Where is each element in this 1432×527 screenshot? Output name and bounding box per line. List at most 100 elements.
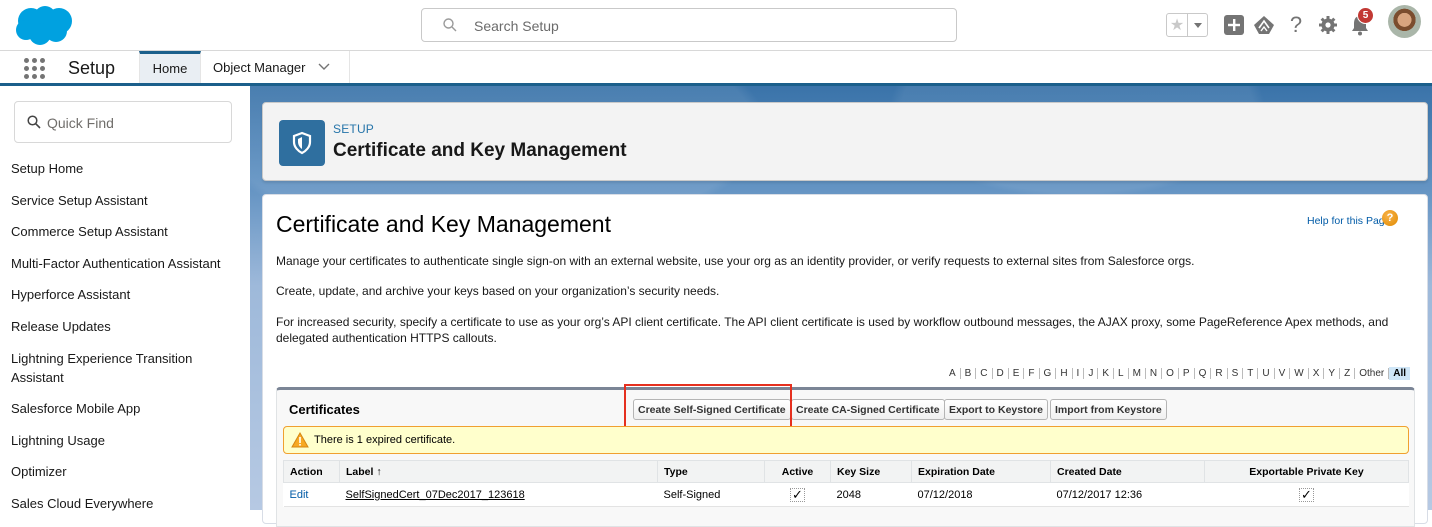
tab-home[interactable]: Home [139,51,201,83]
import-from-keystore-button[interactable]: Import from Keystore [1050,399,1167,420]
column-header-label[interactable]: Label ↑ [339,460,658,483]
alpha-filter-i[interactable]: I [1073,368,1085,379]
alpha-filter-other[interactable]: Other [1355,368,1390,379]
column-header-type[interactable]: Type [657,460,765,483]
table-header-row: Action Label ↑ Type Active Key Size Expi… [283,460,1409,483]
create-ca-signed-certificate-button[interactable]: Create CA-Signed Certificate [791,399,945,420]
alpha-filter-b[interactable]: B [961,368,977,379]
warning-text: There is 1 expired certificate. [314,434,456,446]
description-paragraph: Create, update, and archive your keys ba… [276,284,720,298]
warning-icon [291,432,309,448]
sidebar-item-optimizer[interactable]: Optimizer [11,462,246,481]
table-row: Edit SelfSignedCert_07Dec2017_123618 Sel… [283,482,1409,507]
certificate-label-link[interactable]: SelfSignedCert_07Dec2017_123618 [346,489,525,501]
add-icon[interactable] [1222,13,1246,37]
search-setup-input[interactable] [474,15,934,37]
sidebar-item-release-updates[interactable]: Release Updates [11,317,246,336]
context-bar: Setup Home Object Manager [0,51,1432,86]
alpha-filter-j[interactable]: J [1084,368,1099,379]
trailhead-icon[interactable] [1252,13,1276,37]
expired-warning-banner: There is 1 expired certificate. [283,426,1409,454]
sidebar-item-salesforce-mobile-app[interactable]: Salesforce Mobile App [11,399,246,418]
app-launcher-icon[interactable] [24,58,46,80]
alpha-filter-c[interactable]: C [976,368,993,379]
global-header: ★ ? 5 [0,0,1432,51]
sidebar-item-commerce-setup-assistant[interactable]: Commerce Setup Assistant [11,222,246,241]
alpha-filter-r[interactable]: R [1211,368,1228,379]
alpha-filter-x[interactable]: X [1309,368,1325,379]
help-icon[interactable]: ? [1284,12,1308,37]
sidebar-item-lightning-transition-assistant[interactable]: Lightning Experience Transition Assistan… [11,349,211,387]
sidebar-item-lightning-usage[interactable]: Lightning Usage [11,431,246,450]
alpha-filter-o[interactable]: O [1162,368,1179,379]
alpha-filter-s[interactable]: S [1228,368,1244,379]
tab-object-manager-label: Object Manager [213,59,306,75]
alpha-filter-a[interactable]: A [945,368,961,379]
alpha-filter-t[interactable]: T [1243,368,1259,379]
export-to-keystore-button[interactable]: Export to Keystore [944,399,1048,420]
search-icon [443,18,457,32]
page-eyebrow: SETUP [333,122,375,136]
certificate-created-date: 07/12/2017 12:36 [1050,482,1205,507]
help-circle-icon[interactable]: ? [1382,210,1398,226]
column-header-expiration-date[interactable]: Expiration Date [911,460,1051,483]
column-header-exportable-private-key[interactable]: Exportable Private Key [1204,460,1409,483]
alpha-filter-m[interactable]: M [1129,368,1146,379]
gear-icon[interactable] [1316,13,1340,37]
sidebar-item-setup-home[interactable]: Setup Home [11,159,246,178]
help-for-this-page-link[interactable]: Help for this Page [1307,215,1390,227]
favorites-control[interactable]: ★ [1166,13,1208,37]
global-search[interactable] [421,8,957,42]
alpha-filter-d[interactable]: D [993,368,1009,379]
certificates-table: Action Label ↑ Type Active Key Size Expi… [283,460,1409,507]
salesforce-logo[interactable] [14,4,76,46]
sidebar-item-mfa-assistant[interactable]: Multi-Factor Authentication Assistant [11,254,246,273]
description-paragraph: Manage your certificates to authenticate… [276,254,1195,268]
alpha-filter-p[interactable]: P [1179,368,1195,379]
alpha-filter-y[interactable]: Y [1324,368,1341,379]
search-icon [27,115,41,129]
certificate-expiration-date: 07/12/2018 [911,482,1051,507]
certificate-key-size: 2048 [830,482,912,507]
alpha-filter-n[interactable]: N [1146,368,1163,379]
alpha-filter-h[interactable]: H [1056,368,1073,379]
certificates-section: Certificates Create Self-Signed Certific… [276,384,1415,527]
quick-find-input[interactable] [47,112,217,134]
alpha-filter-l[interactable]: L [1114,368,1129,379]
sidebar-item-service-setup-assistant[interactable]: Service Setup Assistant [11,191,246,210]
tab-home-label: Home [152,61,188,76]
page-header: SETUP Certificate and Key Management [262,102,1428,181]
sidebar-nav: Setup Home Service Setup Assistant Comme… [11,159,246,526]
alpha-filter-g[interactable]: G [1040,368,1057,379]
chevron-down-icon[interactable] [318,63,330,71]
shield-icon [279,120,325,166]
alpha-filter-f[interactable]: F [1024,368,1040,379]
column-header-key-size[interactable]: Key Size [830,460,912,483]
alpha-filter-all[interactable]: All [1389,367,1410,380]
main-content: Certificate and Key Management Help for … [262,194,1428,527]
column-header-active[interactable]: Active [764,460,831,483]
alpha-filter-u[interactable]: U [1258,368,1275,379]
alpha-filter-e[interactable]: E [1009,368,1025,379]
exportable-key-checkmark-icon: ✓ [1299,486,1314,502]
notification-badge: 5 [1357,7,1374,24]
sidebar-item-hyperforce-assistant[interactable]: Hyperforce Assistant [11,285,246,304]
setup-sidebar: Setup Home Service Setup Assistant Comme… [0,89,250,511]
alpha-filter-v[interactable]: V [1275,368,1291,379]
active-checkmark-icon: ✓ [790,486,805,502]
favorites-dropdown-icon[interactable] [1188,14,1207,36]
quick-find[interactable] [14,101,232,143]
alpha-filter-z[interactable]: Z [1340,368,1356,379]
alpha-filter-w[interactable]: W [1290,368,1309,379]
edit-link[interactable]: Edit [290,489,309,501]
column-header-created-date[interactable]: Created Date [1050,460,1205,483]
favorites-star-icon[interactable]: ★ [1167,14,1188,36]
alpha-filter: A B C D E F G H I J K L M N O P Q R S T … [890,367,1410,380]
certificate-type: Self-Signed [657,482,765,507]
alpha-filter-q[interactable]: Q [1195,368,1212,379]
sidebar-item-sales-cloud-everywhere[interactable]: Sales Cloud Everywhere [11,494,246,513]
tab-object-manager[interactable]: Object Manager [201,51,350,83]
avatar[interactable] [1388,5,1421,38]
content-title: Certificate and Key Management [276,211,611,237]
alpha-filter-k[interactable]: K [1098,368,1114,379]
